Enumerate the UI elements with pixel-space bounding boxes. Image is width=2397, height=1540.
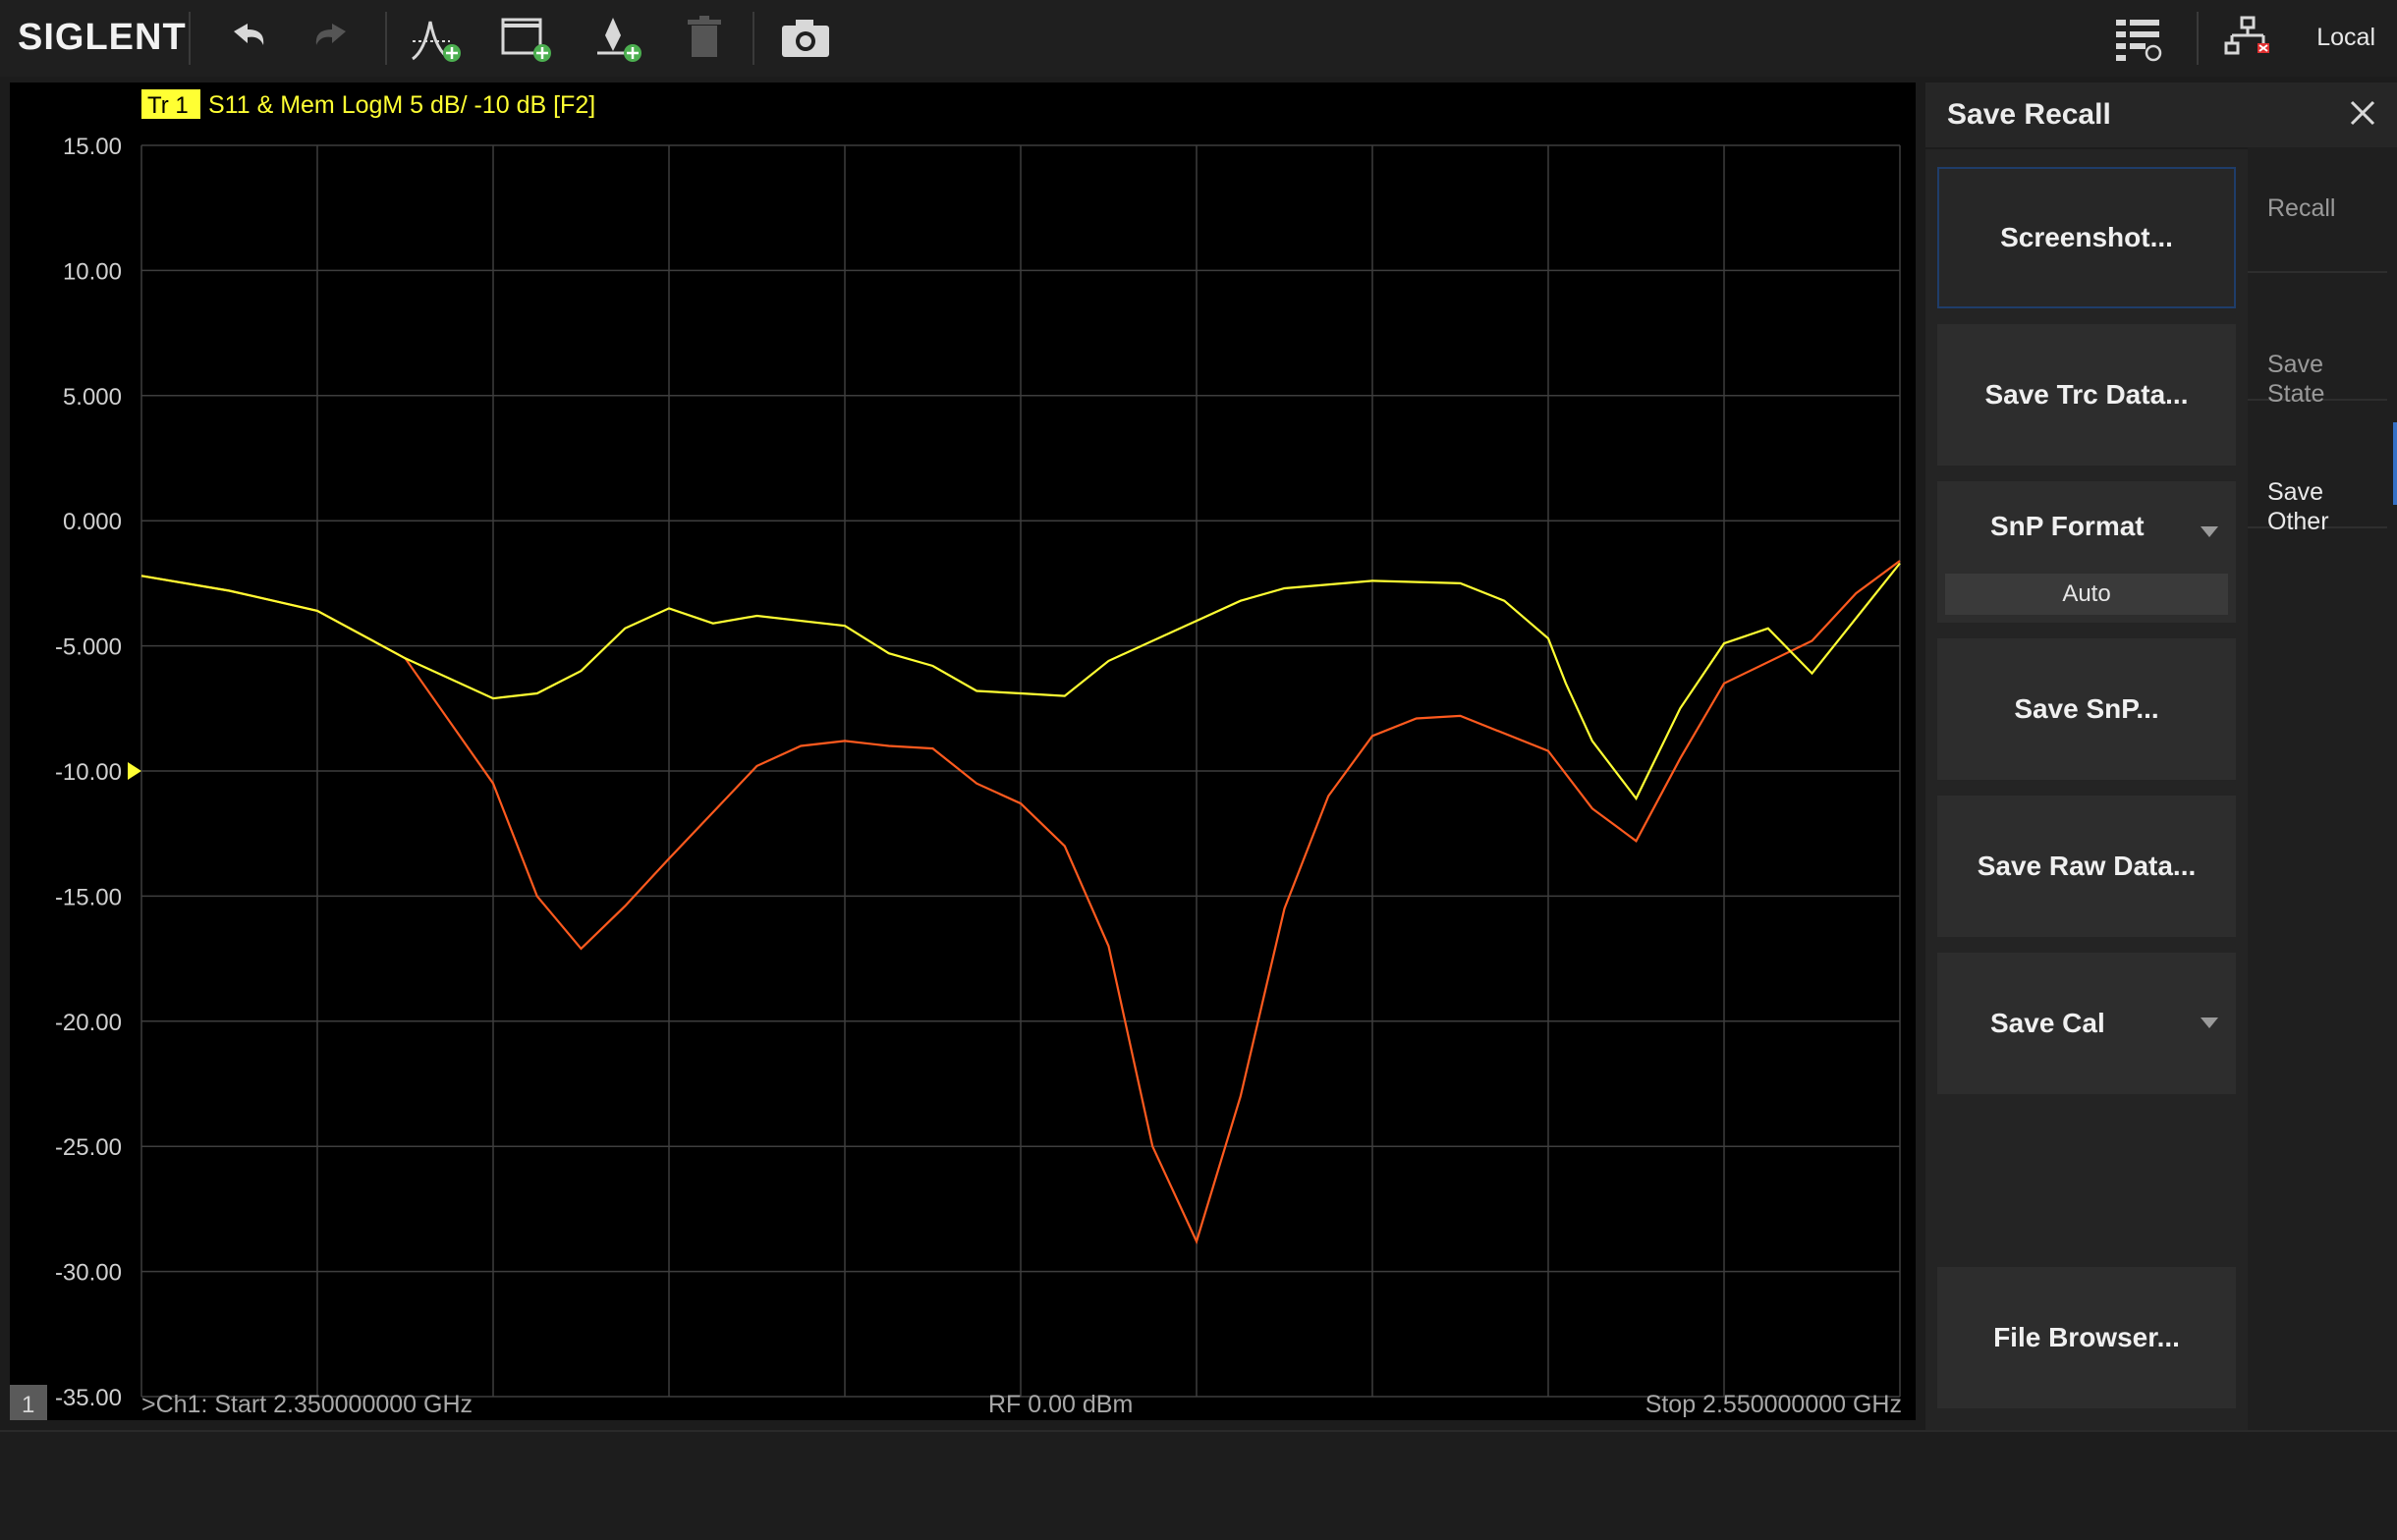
close-icon[interactable]: [2346, 96, 2379, 130]
toolbar-separator: [189, 12, 191, 65]
y-tick-label: 5.000: [63, 384, 122, 411]
save-recall-panel: Save Recall Screenshot... Save Trc Data.…: [1925, 82, 2397, 1430]
save-snp-button[interactable]: Save SnP...: [1937, 638, 2236, 780]
reference-level-marker: [128, 762, 141, 780]
file-browser-label: File Browser...: [1993, 1322, 2180, 1352]
y-tick-labels: 15.00 10.00 5.000 0.000 -5.000 -10.00 -15.00 -2…: [55, 134, 122, 1411]
tab-recall[interactable]: Recall: [2248, 147, 2387, 273]
panel-title: Save Recall: [1947, 98, 2111, 131]
delete-icon[interactable]: [676, 12, 735, 65]
tab-save-other-label: Save Other: [2267, 478, 2329, 535]
screenshot-button[interactable]: Screenshot...: [1937, 167, 2236, 308]
snp-format-label: SnP Format: [1990, 511, 2145, 541]
y-tick-label: 15.00: [63, 134, 122, 160]
y-tick-label: -30.00: [55, 1260, 122, 1287]
save-trace-data-button[interactable]: Save Trc Data...: [1937, 324, 2236, 466]
save-snp-label: Save SnP...: [2014, 693, 2159, 724]
remote-status-label: Local: [2316, 24, 2375, 51]
y-tick-label: -25.00: [55, 1134, 122, 1161]
save-cal-label: Save Cal: [1990, 1008, 2105, 1038]
chevron-down-icon: [2201, 526, 2218, 537]
y-tick-label: -20.00: [55, 1010, 122, 1036]
save-raw-data-label: Save Raw Data...: [1977, 851, 2197, 881]
camera-icon[interactable]: [776, 12, 835, 65]
add-marker-icon[interactable]: [587, 12, 646, 65]
top-toolbar: SIGLENT Local: [0, 0, 2397, 77]
save-trace-data-label: Save Trc Data...: [1984, 379, 2189, 410]
add-trace-icon[interactable]: [407, 12, 466, 65]
start-frequency-label: >Ch1: Start 2.350000000 GHz: [141, 1391, 473, 1418]
rf-power-label: RF 0.00 dBm: [988, 1391, 1133, 1418]
tab-save-state-label: Save State: [2267, 351, 2325, 408]
snp-format-select[interactable]: SnP Format Auto: [1937, 481, 2236, 623]
redo-icon[interactable]: [303, 12, 362, 65]
trace-title: S11 & Mem LogM 5 dB/ -10 dB [F2]: [208, 91, 595, 119]
toolbar-separator: [2197, 12, 2199, 65]
save-cal-button[interactable]: Save Cal: [1937, 953, 2236, 1094]
toolbar-separator: [753, 12, 754, 65]
undo-icon[interactable]: [218, 12, 277, 65]
save-raw-data-button[interactable]: Save Raw Data...: [1937, 796, 2236, 937]
screenshot-button-label: Screenshot...: [2000, 222, 2173, 252]
panel-header: Save Recall: [1925, 82, 2397, 149]
file-browser-button[interactable]: File Browser...: [1937, 1267, 2236, 1408]
add-window-icon[interactable]: [497, 12, 556, 65]
y-tick-label: -10.00: [55, 759, 122, 786]
stop-frequency-label: Stop 2.550000000 GHz: [1645, 1391, 1902, 1418]
channel-number: 1: [22, 1392, 34, 1418]
menu-layout-icon[interactable]: [2110, 12, 2169, 65]
chevron-down-icon: [2201, 1018, 2218, 1028]
y-tick-label: -35.00: [55, 1385, 122, 1411]
chart-grid: [140, 144, 1901, 1398]
trace-badge-label: Tr 1: [147, 92, 189, 119]
tab-recall-label: Recall: [2267, 194, 2336, 222]
side-tab-column: Recall Save State Save Other: [2248, 147, 2397, 1430]
status-bar: [0, 1430, 2397, 1540]
trace-window[interactable]: 15.00 10.00 5.000 0.000 -5.000 -10.00 -15.00 -2…: [10, 82, 1916, 1420]
snp-format-value[interactable]: Auto: [1945, 574, 2228, 615]
y-tick-label: -5.000: [55, 634, 122, 661]
y-tick-label: 0.000: [63, 509, 122, 535]
siglent-logo: SIGLENT: [18, 17, 187, 58]
tab-save-other[interactable]: Save Other: [2248, 403, 2397, 535]
y-tick-label: -15.00: [55, 884, 122, 910]
toolbar-separator: [385, 12, 387, 65]
s11-chart[interactable]: 15.00 10.00 5.000 0.000 -5.000 -10.00 -15.00 -2…: [10, 82, 1916, 1420]
network-disconnected-icon[interactable]: [2218, 12, 2277, 65]
y-tick-label: 10.00: [63, 258, 122, 285]
tab-save-state[interactable]: Save State: [2248, 275, 2387, 408]
